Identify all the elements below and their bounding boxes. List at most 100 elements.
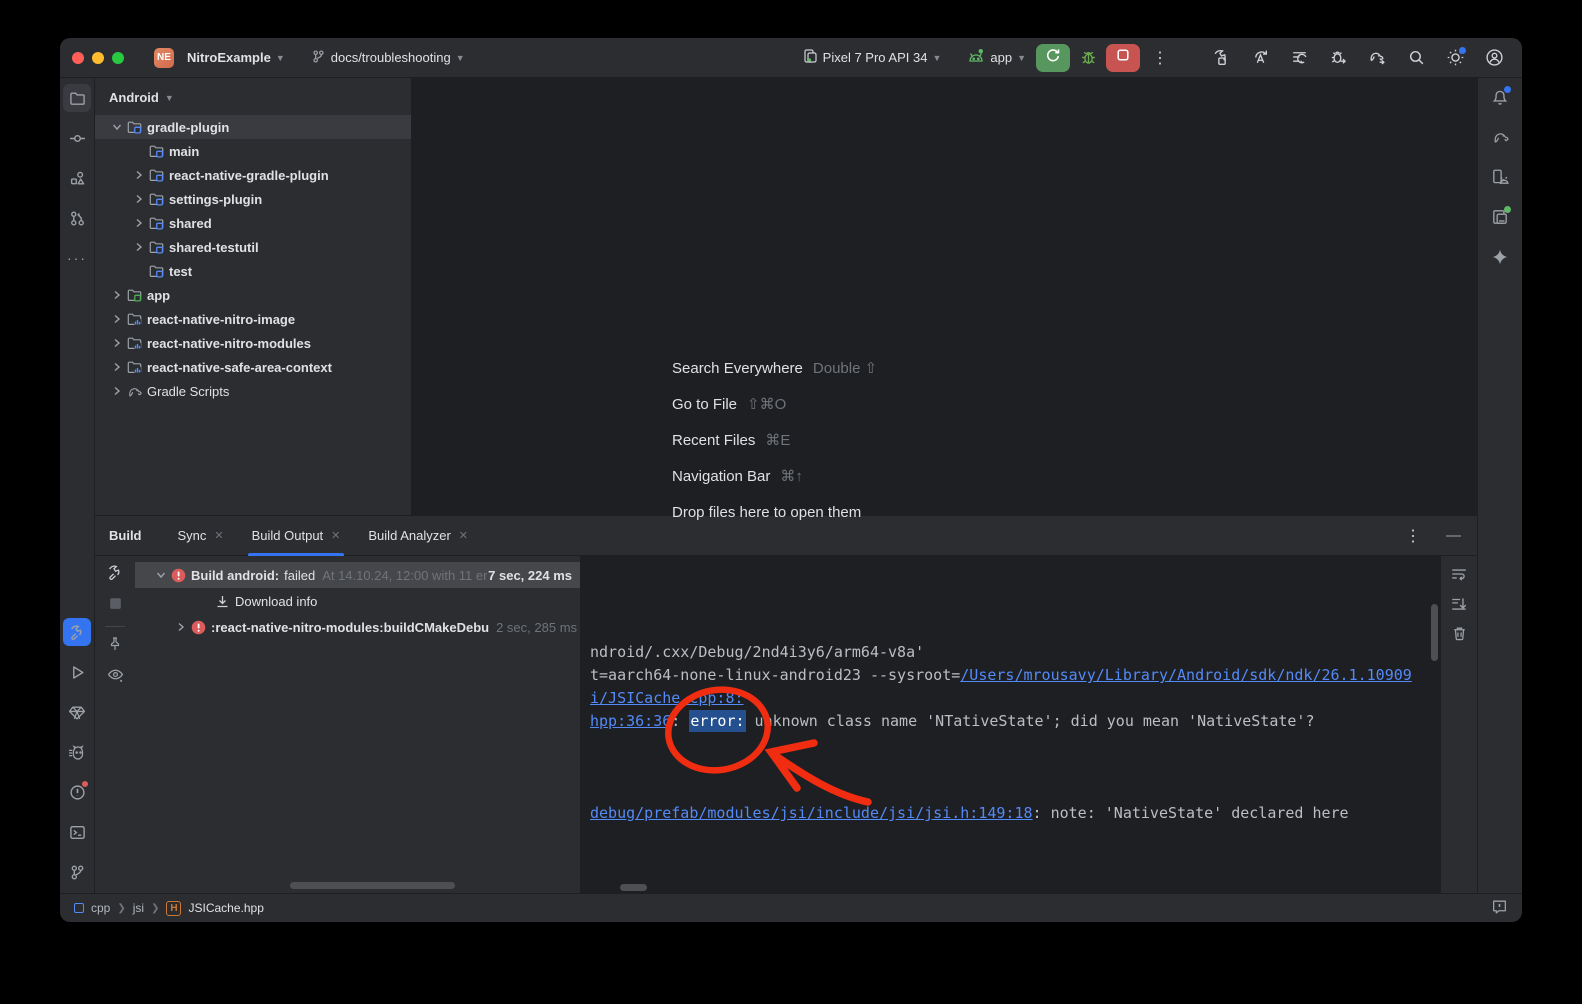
clear-all-icon[interactable] bbox=[1451, 625, 1468, 647]
tree-item[interactable]: react-native-nitro-modules bbox=[95, 331, 411, 355]
build-tab-build-output[interactable]: Build Output✕ bbox=[242, 516, 351, 556]
build-restart-icon[interactable] bbox=[107, 564, 124, 586]
zoom-window-button[interactable] bbox=[112, 52, 124, 64]
chevron-right-icon[interactable] bbox=[131, 169, 147, 181]
close-tab-icon[interactable]: ✕ bbox=[459, 529, 468, 542]
tree-item[interactable]: app bbox=[95, 283, 411, 307]
profiler-bug-button[interactable] bbox=[1324, 44, 1352, 72]
chevron-right-icon[interactable] bbox=[109, 289, 125, 301]
stop-button[interactable] bbox=[1106, 44, 1140, 72]
terminal-icon[interactable] bbox=[63, 818, 91, 846]
tree-item[interactable]: shared bbox=[95, 211, 411, 235]
console-file-link[interactable]: /Users/mrousavy/Library/Android/sdk/ndk/… bbox=[960, 666, 1412, 684]
structure-icon[interactable] bbox=[63, 164, 91, 192]
minimize-window-button[interactable] bbox=[92, 52, 104, 64]
tree-item[interactable]: settings-plugin bbox=[95, 187, 411, 211]
tree-horizontal-scrollbar[interactable] bbox=[290, 882, 455, 889]
breadcrumb-item[interactable]: JSICache.hpp bbox=[188, 901, 263, 915]
rerun-button[interactable] bbox=[1036, 44, 1070, 72]
translate-a-button[interactable] bbox=[1246, 44, 1274, 72]
notifications-bell-icon[interactable] bbox=[1486, 83, 1514, 111]
tree-item[interactable]: main bbox=[95, 139, 411, 163]
device-manager-icon[interactable] bbox=[1486, 203, 1514, 231]
search-everywhere-button[interactable] bbox=[1402, 44, 1430, 72]
preview-eye-icon[interactable] bbox=[107, 666, 124, 688]
branch-selector[interactable]: docs/troubleshooting ▼ bbox=[305, 45, 471, 71]
tree-item[interactable]: gradle-plugin bbox=[95, 115, 411, 139]
tab-label: Build Analyzer bbox=[368, 528, 450, 543]
console-vertical-scrollbar[interactable] bbox=[1431, 604, 1438, 661]
breadcrumb-item[interactable]: cpp bbox=[91, 901, 110, 915]
running-devices-icon[interactable] bbox=[1486, 163, 1514, 191]
history-list-button[interactable] bbox=[1285, 44, 1313, 72]
problems-icon[interactable] bbox=[63, 778, 91, 806]
project-folder-icon[interactable] bbox=[63, 84, 91, 112]
console-horizontal-scrollbar[interactable] bbox=[620, 884, 647, 891]
tree-item[interactable]: Gradle Scripts bbox=[95, 379, 411, 403]
breadcrumb-item[interactable]: jsi bbox=[133, 901, 144, 915]
build-options-menu[interactable]: ⋮ bbox=[1397, 526, 1430, 546]
chevron-right-icon[interactable] bbox=[109, 337, 125, 349]
chevron-right-icon[interactable] bbox=[131, 193, 147, 205]
console-line bbox=[590, 733, 1412, 756]
console-file-link[interactable]: hpp:36:36 bbox=[590, 712, 671, 730]
console-file-link[interactable]: i/JSICache.cpp:8: bbox=[590, 689, 744, 707]
logcat-icon[interactable] bbox=[63, 738, 91, 766]
gradle-icon[interactable] bbox=[1486, 123, 1514, 151]
pin-icon[interactable] bbox=[107, 636, 123, 657]
scroll-to-end-icon[interactable] bbox=[1450, 595, 1468, 618]
tree-item[interactable]: test bbox=[95, 259, 411, 283]
build-tree-row[interactable]: :react-native-nitro-modules:buildCMakeDe… bbox=[135, 614, 580, 640]
tree-item[interactable]: shared-testutil bbox=[95, 235, 411, 259]
close-window-button[interactable] bbox=[72, 52, 84, 64]
left-tool-strip: ··· bbox=[60, 78, 95, 893]
build-tab-sync[interactable]: Sync✕ bbox=[168, 516, 234, 556]
close-tab-icon[interactable]: ✕ bbox=[331, 529, 340, 542]
console-file-link[interactable]: debug/prefab/modules/jsi/include/jsi/jsi… bbox=[590, 804, 1033, 822]
run-tool-icon[interactable] bbox=[63, 658, 91, 686]
account-button[interactable] bbox=[1480, 44, 1508, 72]
pull-requests-icon[interactable] bbox=[63, 204, 91, 232]
tree-item[interactable]: react-native-gradle-plugin bbox=[95, 163, 411, 187]
more-run-actions-button[interactable]: ⋮ bbox=[1144, 48, 1177, 68]
project-view-selector[interactable]: Android ▼ bbox=[95, 86, 411, 115]
build-row-detail: At 14.10.24, 12:00 with 11 er bbox=[322, 568, 487, 583]
tree-item[interactable]: react-native-nitro-image bbox=[95, 307, 411, 331]
shortcut-keys: ⌘E bbox=[765, 431, 790, 449]
debug-button[interactable] bbox=[1074, 44, 1102, 72]
chevron-right-icon[interactable] bbox=[131, 241, 147, 253]
chevron-right-icon[interactable] bbox=[109, 385, 125, 397]
hide-build-panel-button[interactable]: — bbox=[1440, 527, 1467, 544]
chevron-down-icon[interactable] bbox=[153, 569, 169, 581]
shortcut-label: Go to File bbox=[672, 396, 737, 413]
app-quality-insights-icon[interactable] bbox=[63, 698, 91, 726]
event-log-icon[interactable] bbox=[1491, 898, 1508, 918]
settings-button[interactable] bbox=[1441, 44, 1469, 72]
chevron-right-icon[interactable] bbox=[109, 361, 125, 373]
commit-icon[interactable] bbox=[63, 124, 91, 152]
device-selector[interactable]: Pixel 7 Pro API 34 ▼ bbox=[796, 44, 948, 71]
tree-item[interactable]: react-native-safe-area-context bbox=[95, 355, 411, 379]
gemini-sparkle-icon[interactable] bbox=[1486, 243, 1514, 271]
project-selector[interactable]: NitroExample ▼ bbox=[181, 46, 291, 69]
build-hammer-icon[interactable] bbox=[63, 618, 91, 646]
close-tab-icon[interactable]: ✕ bbox=[214, 529, 223, 542]
build-stop-icon[interactable] bbox=[107, 595, 124, 617]
chevron-down-icon[interactable] bbox=[109, 121, 125, 133]
build-tree-row[interactable]: Build android:failedAt 14.10.24, 12:00 w… bbox=[135, 562, 580, 588]
build-button[interactable] bbox=[1207, 44, 1235, 72]
version-control-icon[interactable] bbox=[63, 858, 91, 886]
device-name: Pixel 7 Pro API 34 bbox=[823, 50, 928, 65]
more-tools-icon[interactable]: ··· bbox=[63, 244, 91, 272]
build-tree-row[interactable]: Download info bbox=[135, 588, 580, 614]
chevron-right-icon[interactable] bbox=[173, 621, 189, 633]
build-tab-build-analyzer[interactable]: Build Analyzer ✕ bbox=[358, 516, 478, 556]
console-text-segment: ndroid/.cxx/Debug/2nd4i3y6/arm64-v8a' bbox=[590, 643, 924, 661]
build-console[interactable]: ndroid/.cxx/Debug/2nd4i3y6/arm64-v8a't=a… bbox=[580, 556, 1441, 893]
chevron-right-icon[interactable] bbox=[109, 313, 125, 325]
problems-badge-dot bbox=[82, 781, 88, 787]
chevron-right-icon[interactable] bbox=[131, 217, 147, 229]
run-config-selector[interactable]: app ▼ bbox=[961, 44, 1032, 71]
soft-wrap-icon[interactable] bbox=[1450, 565, 1468, 588]
gradle-sync-button[interactable] bbox=[1363, 44, 1391, 72]
